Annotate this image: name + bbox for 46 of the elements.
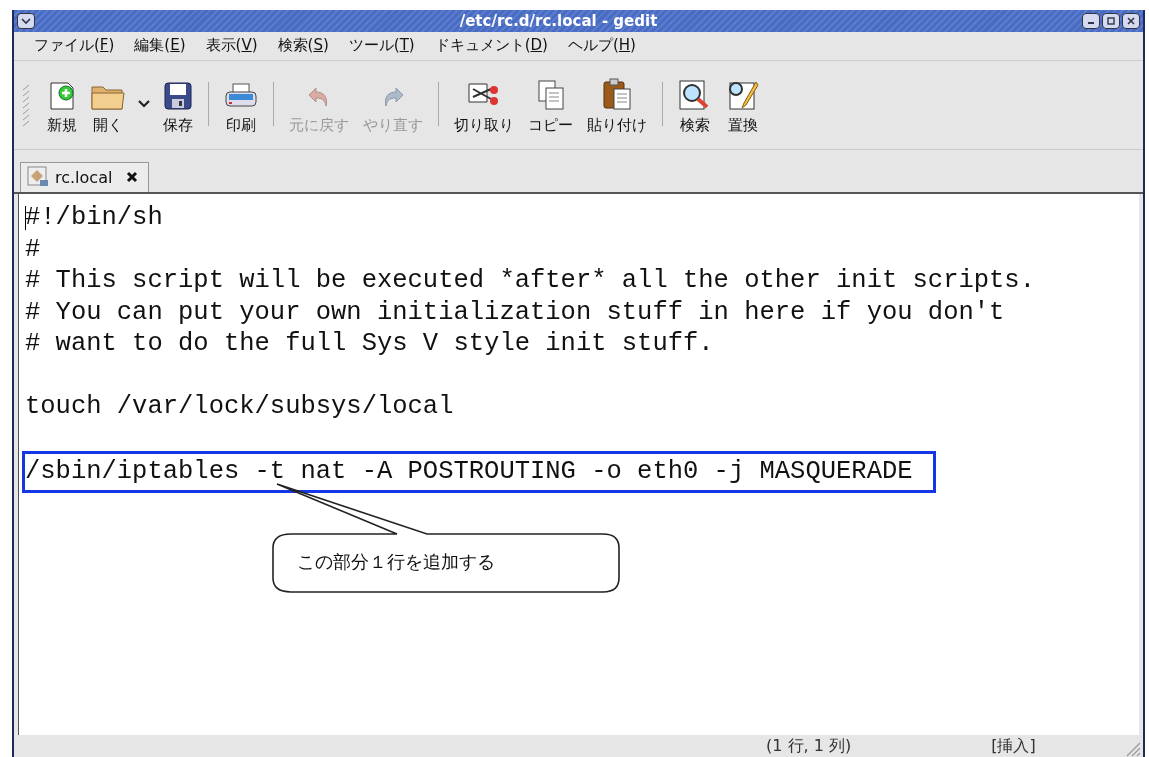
close-icon <box>1127 17 1135 25</box>
maximize-icon <box>1107 17 1115 25</box>
menu-item[interactable]: 検索(S) <box>277 36 329 55</box>
window-menu-button[interactable] <box>17 13 35 29</box>
code-line: #!/bin/sh <box>25 202 164 234</box>
text-editor[interactable] <box>18 194 1139 735</box>
close-tab-icon[interactable] <box>126 171 139 183</box>
folder-icon <box>91 83 125 111</box>
toolbar-button[interactable]: 切り取り <box>449 73 519 135</box>
document-plus-icon <box>48 81 76 111</box>
minimize-button[interactable] <box>1082 13 1100 29</box>
documents-icon <box>536 79 565 111</box>
maximize-button[interactable] <box>1102 13 1120 29</box>
pencil-document-icon <box>726 79 760 111</box>
toolbar-button[interactable]: 検索 <box>673 73 717 135</box>
menu-item[interactable]: ドキュメント(D) <box>434 36 548 55</box>
cursor-position: (1 行, 1 列) <box>766 735 852 757</box>
toolbar-button[interactable]: 新規 <box>42 73 82 135</box>
dropdown-caret-icon[interactable] <box>138 100 150 108</box>
code-line: # <box>25 233 42 265</box>
menu-item[interactable]: ヘルプ(H) <box>567 36 636 55</box>
toolbar-button[interactable]: 開く <box>86 73 130 135</box>
code-line: # You can put your own initialization stuff in here if you don't <box>25 296 1006 328</box>
file-icon <box>27 166 49 188</box>
toolbar-grip-icon[interactable] <box>22 82 30 126</box>
menu-item[interactable]: 表示(V) <box>205 36 258 55</box>
toolbar-button[interactable]: 保存 <box>158 73 198 135</box>
text-cursor <box>25 206 26 230</box>
code-line: touch /var/lock/subsys/local <box>25 391 455 423</box>
code-line: /sbin/iptables -t nat -A POSTROUTING -o eth0 -j MASQUERADE <box>25 454 933 490</box>
toolbar-button[interactable]: 貼り付け <box>582 73 652 135</box>
window-title: /etc/rc.d/rc.local - gedit <box>458 12 659 30</box>
document-tab[interactable]: rc.local <box>20 162 150 192</box>
callout-text: この部分１行を追加する <box>297 550 495 574</box>
toolbar-button[interactable]: 印刷 <box>219 73 263 135</box>
menu-item[interactable]: 編集(E) <box>134 36 186 55</box>
toolbar-button[interactable]: 置換 <box>721 73 765 135</box>
code-line: # This script will be executed *after* all the other init scripts. <box>25 265 1036 297</box>
menu-item[interactable]: ファイル(F) <box>34 36 115 55</box>
clipboard-icon <box>602 77 632 111</box>
close-button[interactable] <box>1122 13 1140 29</box>
insert-mode: [挿入] <box>991 735 1036 757</box>
code-line: # want to do the full Sys V style init stuff. <box>25 328 715 360</box>
toolbar-button[interactable]: コピー <box>523 73 578 135</box>
menu-item[interactable]: ツール(T) <box>348 36 415 55</box>
caret-icon <box>21 17 31 25</box>
